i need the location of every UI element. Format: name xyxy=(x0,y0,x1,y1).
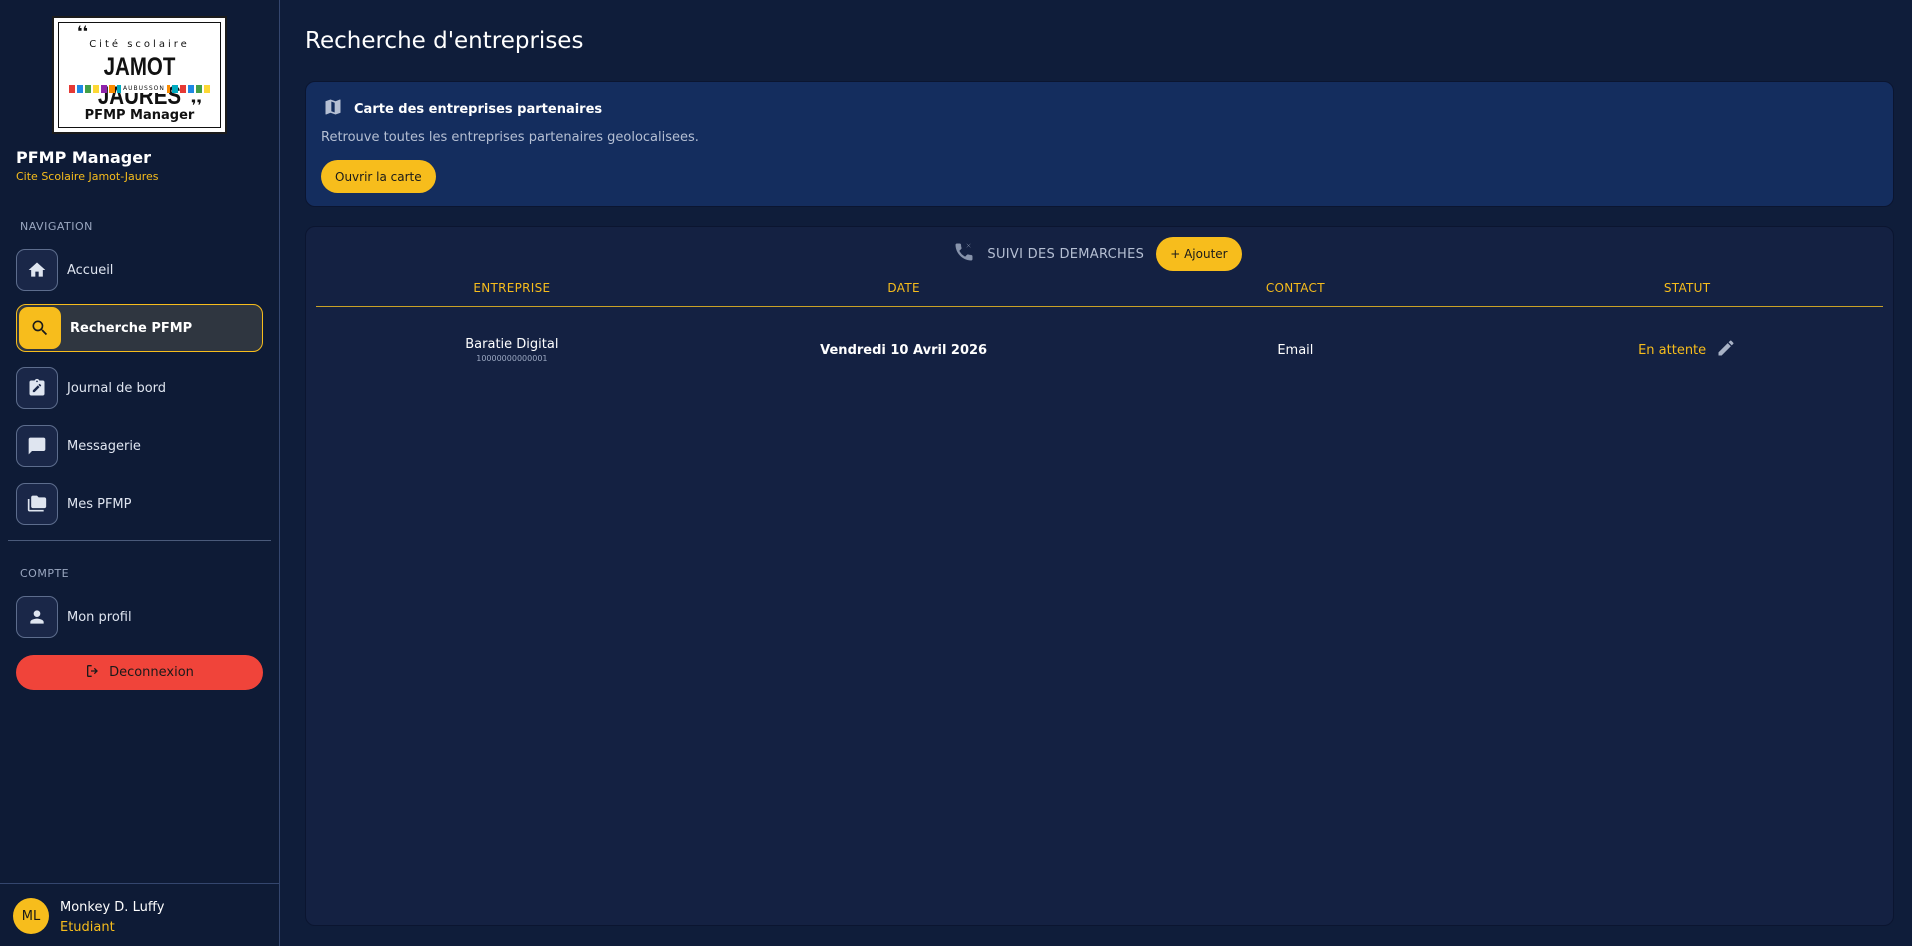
avatar[interactable]: ML xyxy=(13,898,49,934)
sidebar-item-label: Accueil xyxy=(67,262,114,278)
open-map-button[interactable]: Ouvrir la carte xyxy=(321,160,436,193)
logo-line-4: PFMP Manager xyxy=(84,108,195,123)
page-title: Recherche d'entreprises xyxy=(305,28,584,54)
app-name: PFMP Manager xyxy=(16,148,151,167)
add-demarche-button[interactable]: + Ajouter xyxy=(1156,237,1242,271)
logout-button[interactable]: Deconnexion xyxy=(16,655,263,690)
column-header-statut[interactable]: STATUT xyxy=(1491,281,1883,306)
contact-cell: Email xyxy=(1277,342,1314,358)
logo-color-bar xyxy=(172,85,179,93)
tracking-title: SUIVI DES DEMARCHES xyxy=(987,246,1145,262)
table-row[interactable]: Baratie Digital 10000000000001 Vendredi … xyxy=(316,337,1883,363)
home-icon xyxy=(16,249,58,291)
sidebar-item-label: Mes PFMP xyxy=(67,496,132,512)
sidebar-item-messagerie[interactable]: Messagerie xyxy=(16,422,263,470)
sidebar-item-mon-profil[interactable]: Mon profil xyxy=(16,593,263,641)
table-header: ENTREPRISE DATE CONTACT STATUT xyxy=(316,281,1883,307)
phone-icon xyxy=(953,241,975,267)
tracking-panel: SUIVI DES DEMARCHES + Ajouter ENTREPRISE… xyxy=(305,226,1894,926)
search-icon xyxy=(19,307,61,349)
edit-icon[interactable] xyxy=(1716,338,1736,362)
company-name: Baratie Digital xyxy=(465,337,559,352)
date-cell: Vendredi 10 Avril 2026 xyxy=(820,342,988,358)
sidebar-item-accueil[interactable]: Accueil xyxy=(16,246,263,294)
logo-color-bar xyxy=(100,85,107,93)
logo-color-bar xyxy=(108,85,115,93)
logo-line-3: AUBUSSON xyxy=(121,85,167,93)
user-bar: ML Monkey D. Luffy Etudiant xyxy=(0,883,279,946)
user-role: Etudiant xyxy=(60,920,115,935)
school-logo: ❛❛ Cité scolaire JAMOT JAURES AUBUSSON ❜… xyxy=(52,16,227,134)
nav-section-label: NAVIGATION xyxy=(20,220,93,233)
user-name: Monkey D. Luffy xyxy=(60,900,165,915)
logo-line-1: Cité scolaire xyxy=(89,39,190,50)
sidebar-item-label: Mon profil xyxy=(67,609,132,625)
person-icon xyxy=(16,596,58,638)
logout-icon xyxy=(85,663,101,683)
logo-color-bar xyxy=(92,85,99,93)
sidebar-divider xyxy=(8,540,271,541)
logout-label: Deconnexion xyxy=(109,665,194,680)
sidebar: ❛❛ Cité scolaire JAMOT JAURES AUBUSSON ❜… xyxy=(0,0,280,946)
chat-icon xyxy=(16,425,58,467)
clipboard-edit-icon xyxy=(16,367,58,409)
logo-color-bar xyxy=(84,85,91,93)
map-icon xyxy=(322,97,344,121)
logo-line-2: JAMOT JAURES xyxy=(97,53,182,110)
logo-color-bar xyxy=(196,85,202,93)
column-header-date[interactable]: DATE xyxy=(708,281,1100,306)
logo-color-bar xyxy=(69,85,75,93)
sidebar-item-label: Recherche PFMP xyxy=(70,320,193,336)
status-cell: En attente xyxy=(1491,338,1883,362)
status-badge: En attente xyxy=(1638,342,1707,358)
account-section-label: COMPTE xyxy=(20,567,70,580)
logo-color-bar xyxy=(76,85,83,93)
quote-open-icon: ❛❛ xyxy=(77,22,89,41)
logo-color-bar xyxy=(188,85,194,93)
map-card-title: Carte des entreprises partenaires xyxy=(354,101,603,117)
map-card-description: Retrouve toutes les entreprises partenai… xyxy=(321,130,699,145)
partner-map-card: Carte des entreprises partenaires Retrou… xyxy=(305,81,1894,207)
company-cell: Baratie Digital 10000000000001 xyxy=(316,337,708,363)
folders-icon xyxy=(16,483,58,525)
sidebar-item-recherche-pfmp[interactable]: Recherche PFMP xyxy=(16,304,263,352)
column-header-contact[interactable]: CONTACT xyxy=(1100,281,1492,306)
sidebar-item-mes-pfmp[interactable]: Mes PFMP xyxy=(16,480,263,528)
school-name: Cite Scolaire Jamot-Jaures xyxy=(16,170,159,183)
logo-color-bar xyxy=(203,85,210,93)
sidebar-item-label: Messagerie xyxy=(67,438,141,454)
logo-color-bar xyxy=(180,85,187,93)
sidebar-item-label: Journal de bord xyxy=(67,380,167,396)
sidebar-item-journal-de-bord[interactable]: Journal de bord xyxy=(16,364,263,412)
company-siret: 10000000000001 xyxy=(476,354,548,363)
column-header-entreprise[interactable]: ENTREPRISE xyxy=(316,281,708,306)
